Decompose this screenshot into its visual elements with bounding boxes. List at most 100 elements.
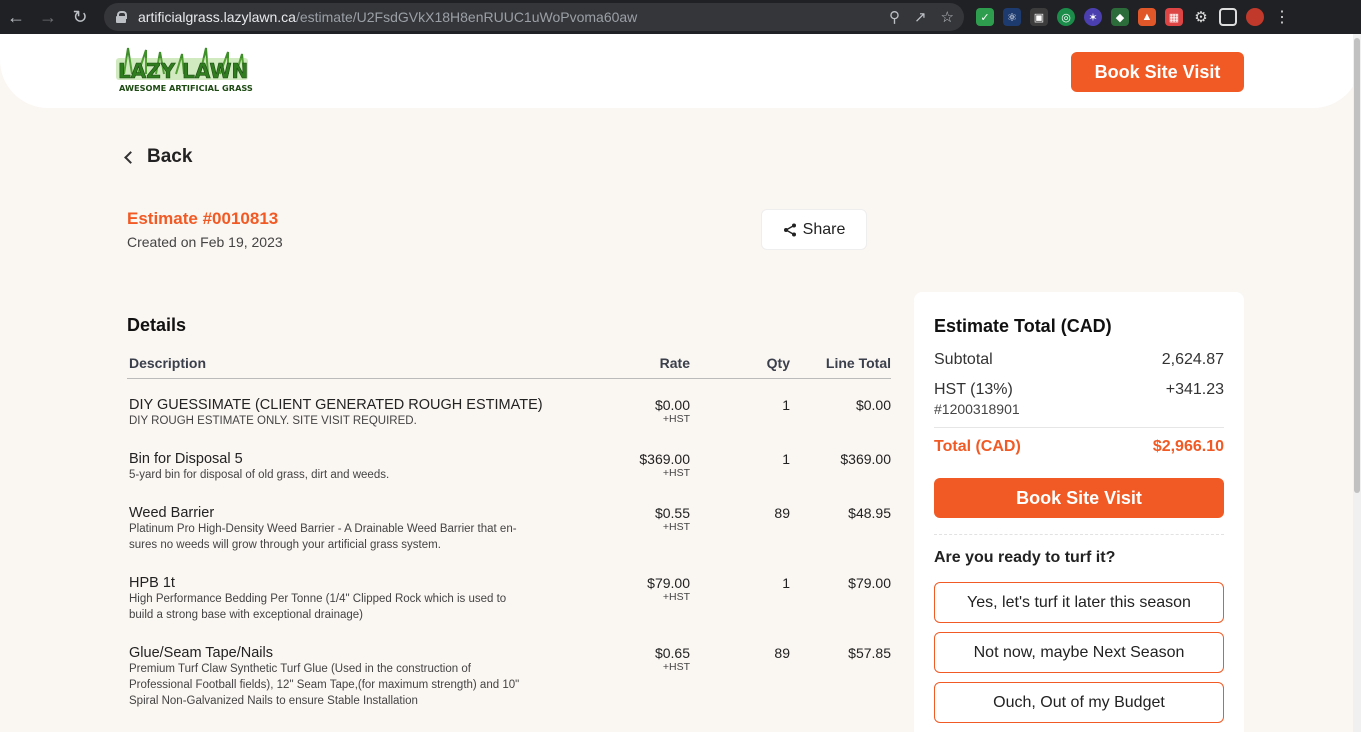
lock-icon (116, 11, 127, 23)
back-label: Back (147, 146, 193, 167)
item-description-cell: HPB 1t High Performance Bedding Per Tonne… (127, 575, 607, 623)
item-rate: $369.00 (639, 451, 690, 467)
col-description: Description (129, 355, 207, 371)
item-subtext: High Performance Bedding Per Tonne (1/4"… (129, 593, 507, 605)
item-rate-cell: $369.00 +HST (607, 451, 690, 479)
menu-kebab-icon[interactable]: ⋮ (1273, 8, 1291, 26)
subtotal-value: 2,624.87 (1161, 351, 1224, 368)
table-row: Installation of Turf (HPB)$1585.881$1585… (127, 713, 891, 732)
table-header: Description Rate Qty Line Total (127, 348, 891, 379)
total-label: Total (CAD) (934, 438, 1021, 455)
item-subtext: build a strong base with exceptional dra… (129, 609, 363, 621)
item-rate-cell: $0.55 +HST (607, 505, 690, 533)
share-label: Share (802, 220, 846, 238)
item-line-total: $79.00 (848, 575, 891, 591)
person-extension-icon[interactable]: ▲ (1138, 8, 1156, 26)
option-later-this-season-button[interactable]: Yes, let's turf it later this season (934, 582, 1224, 623)
table-body: DIY GUESSIMATE (CLIENT GENERATED ROUGH E… (127, 379, 891, 732)
chevron-left-icon (124, 150, 137, 164)
shield-extension-icon[interactable]: ✓ (976, 8, 994, 26)
item-description-cell: Bin for Disposal 5 5-yard bin for disposa… (127, 451, 607, 483)
address-bar[interactable]: artificialgrass.lazylawn.ca/estimate/U2F… (104, 3, 964, 31)
avatar[interactable] (1246, 8, 1264, 26)
item-rate-cell: $79.00 +HST (607, 575, 690, 603)
hst-value: +341.23 (1165, 381, 1224, 398)
item-line-total: $369.00 (840, 451, 891, 467)
item-tax-note: +HST (662, 591, 690, 603)
item-rate-cell: $0.65 +HST (607, 645, 690, 673)
forward-arrow-icon[interactable]: → (32, 0, 64, 34)
item-subtext: Spiral Non-Galvanized Nails to ensure St… (129, 695, 418, 707)
item-subtext: Premium Turf Claw Synthetic Turf Glue (U… (129, 663, 471, 675)
target-extension-icon[interactable]: ◎ (1057, 8, 1075, 26)
back-link[interactable]: Back (122, 146, 192, 168)
item-subtext: Professional Football fields), 12" Seam … (129, 679, 520, 691)
turf-question: Are you ready to turf it? (934, 549, 1116, 566)
item-line-total: $48.95 (848, 505, 891, 521)
item-rate: $0.65 (654, 645, 690, 661)
divider (934, 427, 1224, 428)
subtotal-label: Subtotal (934, 351, 993, 368)
lazy-lawn-logo[interactable]: LAZY LAWN AWESOME ARTIFICIAL GRASS (116, 44, 256, 98)
logo-tagline: AWESOME ARTIFICIAL GRASS (119, 83, 253, 93)
item-tax-note: +HST (662, 521, 690, 533)
item-rate: $79.00 (647, 575, 690, 591)
header-book-site-visit-button[interactable]: Book Site Visit (1071, 52, 1244, 92)
total-row: Total (CAD) $2,966.10 (934, 438, 1224, 456)
item-description-cell: Weed Barrier Platinum Pro High-Density We… (127, 505, 607, 553)
option-next-season-button[interactable]: Not now, maybe Next Season (934, 632, 1224, 673)
browser-toolbar: ← → ↻ artificialgrass.lazylawn.ca/estima… (0, 0, 1361, 34)
item-description-cell: Glue/Seam Tape/Nails Premium Turf Claw Sy… (127, 645, 607, 709)
item-qty: 1 (782, 575, 790, 591)
hst-row: HST (13%) +341.23 (934, 381, 1224, 399)
notes-extension-icon[interactable]: ▦ (1165, 8, 1183, 26)
item-subtext: 5-yard bin for disposal of old grass, di… (129, 469, 390, 481)
book-site-visit-button[interactable]: Book Site Visit (934, 478, 1224, 518)
item-title: HPB 1t (129, 575, 175, 591)
item-tax-note: +HST (662, 661, 690, 673)
item-qty: 89 (774, 645, 790, 661)
details-heading: Details (127, 315, 187, 335)
item-description-cell: DIY GUESSIMATE (CLIENT GENERATED ROUGH E… (127, 397, 607, 429)
hst-label: HST (13%) (934, 381, 1013, 398)
item-rate: $0.55 (654, 505, 690, 521)
col-rate: Rate (659, 355, 690, 371)
item-tax-note: +HST (662, 467, 690, 479)
screen-extension-icon[interactable]: ▣ (1030, 8, 1048, 26)
estimate-total-card: Estimate Total (CAD) Subtotal 2,624.87 H… (914, 292, 1244, 732)
item-tax-note: +HST (662, 413, 690, 425)
item-title: Bin for Disposal 5 (129, 451, 243, 467)
layers-extension-icon[interactable]: ◆ (1111, 8, 1129, 26)
reload-icon[interactable]: ↻ (64, 0, 96, 34)
item-title: Glue/Seam Tape/Nails (129, 645, 274, 661)
react-extension-icon[interactable]: ⚛ (1003, 8, 1021, 26)
gear-extension-icon[interactable]: ✶ (1084, 8, 1102, 26)
table-row: Weed Barrier Platinum Pro High-Density We… (127, 487, 891, 557)
bookmark-star-icon[interactable]: ☆ (941, 8, 954, 26)
hst-number: #1200318901 (934, 401, 1020, 417)
item-qty: 1 (782, 451, 790, 467)
item-subtext: DIY ROUGH ESTIMATE ONLY. SITE VISIT REQU… (129, 415, 417, 427)
page-scrollbar[interactable] (1353, 34, 1361, 732)
share-button[interactable]: Share (761, 209, 867, 250)
back-arrow-icon[interactable]: ← (0, 0, 32, 34)
scrollbar-thumb[interactable] (1354, 38, 1360, 493)
item-rate: $0.00 (654, 397, 690, 413)
option-out-of-budget-button[interactable]: Ouch, Out of my Budget (934, 682, 1224, 723)
col-line-total: Line Total (825, 355, 891, 371)
line-items-table: Description Rate Qty Line Total DIY GUES… (127, 348, 891, 732)
url-path: /estimate/U2FsdGVkX18H8enRUUC1uWoPvoma60… (295, 9, 638, 25)
puzzle-icon[interactable]: ⚙ (1192, 8, 1210, 26)
sidebar-icon[interactable] (1219, 8, 1237, 26)
zoom-icon[interactable]: ⚲ (889, 8, 900, 26)
share-page-icon[interactable]: ↗ (914, 8, 927, 26)
table-row: DIY GUESSIMATE (CLIENT GENERATED ROUGH E… (127, 379, 891, 433)
item-line-total: $0.00 (855, 397, 891, 413)
item-title: DIY GUESSIMATE (CLIENT GENERATED ROUGH E… (129, 397, 543, 413)
col-qty: Qty (766, 355, 790, 371)
table-row: Glue/Seam Tape/Nails Premium Turf Claw Sy… (127, 627, 891, 713)
total-value: $2,966.10 (1152, 438, 1224, 455)
site-header: LAZY LAWN AWESOME ARTIFICIAL GRASS Book … (0, 34, 1361, 108)
logo-wordmark: LAZY LAWN (118, 59, 248, 83)
item-qty: 1 (782, 397, 790, 413)
